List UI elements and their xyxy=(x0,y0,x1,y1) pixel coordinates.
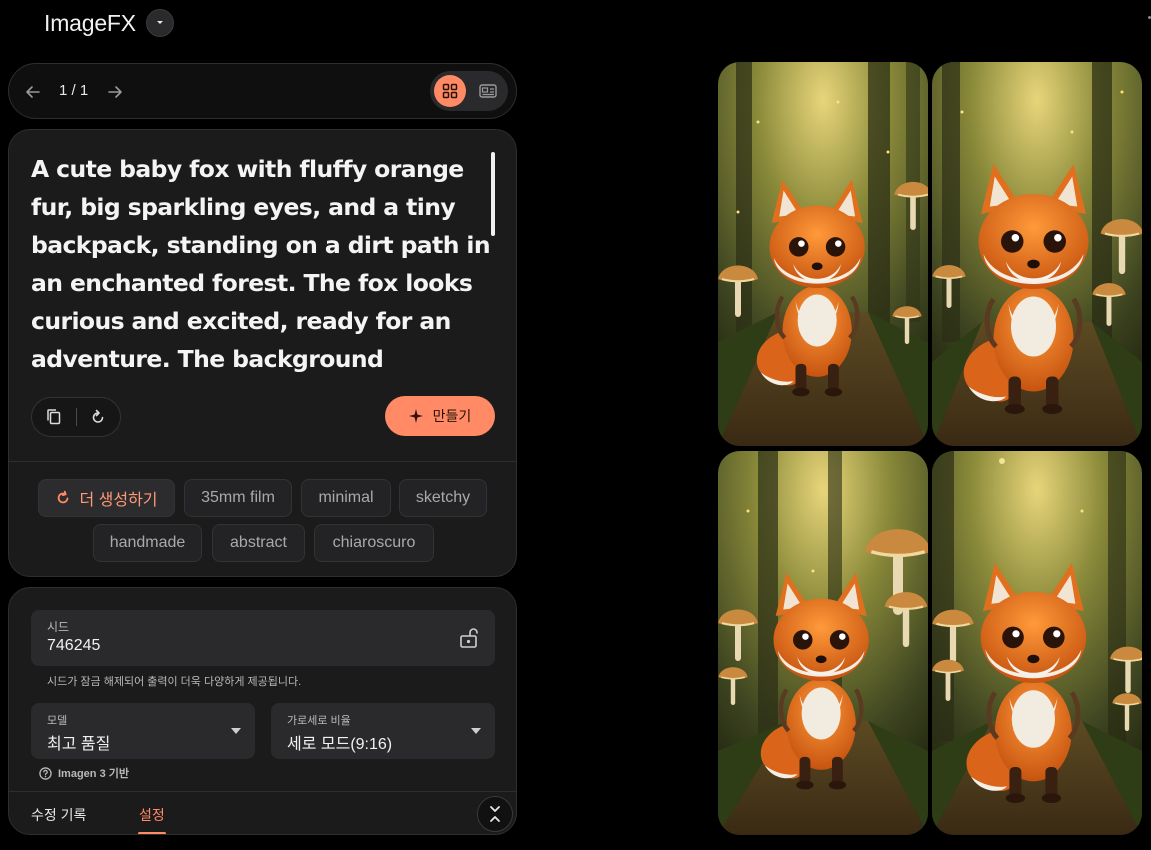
caret-down-icon xyxy=(231,728,241,734)
prompt-scrollbar[interactable] xyxy=(491,152,495,236)
fox-image xyxy=(932,62,1142,446)
arrow-left-icon xyxy=(26,86,40,98)
style-chip[interactable]: 35mm film xyxy=(184,479,292,517)
image-pager: 1 / 1 xyxy=(8,63,517,119)
prompt-card: A cute baby fox with fluffy orange fur, … xyxy=(8,129,517,577)
fox-image xyxy=(718,62,928,446)
generated-image-4[interactable] xyxy=(932,451,1142,835)
fox-image xyxy=(932,451,1142,835)
unlock-icon xyxy=(460,628,478,648)
arrow-right-icon xyxy=(108,86,122,98)
style-chip[interactable]: handmade xyxy=(93,524,202,562)
generated-image-3[interactable] xyxy=(718,451,928,835)
prev-button[interactable] xyxy=(21,80,45,104)
reset-button[interactable] xyxy=(76,398,120,436)
copy-icon xyxy=(47,409,60,425)
active-tab-indicator xyxy=(138,832,166,834)
style-chip[interactable]: chiaroscuro xyxy=(314,524,434,562)
create-label: 만들기 xyxy=(432,408,472,424)
seed-lock-button[interactable] xyxy=(455,624,483,652)
tab-settings[interactable]: 설정 xyxy=(139,805,165,825)
caret-down-icon xyxy=(471,728,481,734)
model-value: 최고 품질 xyxy=(47,736,111,753)
tab-history[interactable]: 수정 기록 xyxy=(31,805,86,825)
app-title: ImageFX xyxy=(44,9,136,36)
generate-more-label: 더 생성하기 xyxy=(79,492,158,509)
app-menu-button[interactable] xyxy=(145,9,174,37)
grid-icon xyxy=(442,83,458,99)
settings-card: 시드 746245 시드가 잠금 해제되어 출력이 더욱 다양하게 제공됩니다.… xyxy=(8,587,517,835)
tabs-divider xyxy=(9,791,516,792)
aspect-ratio-select[interactable]: 가로세로 비율 세로 모드(9:16) xyxy=(271,703,495,759)
seed-help-text: 시드가 잠금 해제되어 출력이 더욱 다양하게 제공됩니다. xyxy=(47,676,302,688)
refresh-icon xyxy=(92,409,104,423)
style-chip[interactable]: sketchy xyxy=(399,479,487,517)
card-divider xyxy=(9,461,516,462)
help-circle-icon xyxy=(39,766,52,780)
copy-button[interactable] xyxy=(32,398,76,436)
imagen-note-text: Imagen 3 기반 xyxy=(58,768,129,780)
style-chip[interactable]: abstract xyxy=(212,524,305,562)
create-button[interactable]: 만들기 xyxy=(385,396,495,436)
grid-view-button[interactable] xyxy=(434,75,466,107)
style-chip[interactable]: minimal xyxy=(301,479,391,517)
prompt-text[interactable]: A cute baby fox with fluffy orange fur, … xyxy=(31,150,491,372)
aspect-ratio-label: 가로세로 비율 xyxy=(287,715,351,727)
generate-more-chip[interactable]: 더 생성하기 xyxy=(38,479,175,517)
page-count: 1 / 1 xyxy=(59,82,89,99)
single-view-button[interactable] xyxy=(472,75,504,107)
generated-image-1[interactable] xyxy=(718,62,928,446)
next-button[interactable] xyxy=(103,80,127,104)
single-image-icon xyxy=(479,84,497,98)
seed-value[interactable]: 746245 xyxy=(47,637,100,655)
fox-image xyxy=(718,451,928,835)
chevron-down-icon xyxy=(156,21,163,24)
view-toggle xyxy=(430,71,508,111)
prompt-tools xyxy=(31,397,121,437)
imagen-note: Imagen 3 기반 xyxy=(39,765,129,781)
aspect-ratio-value: 세로 모드(9:16) xyxy=(287,736,393,753)
app-header: ImageFX xyxy=(44,6,174,40)
refresh-icon xyxy=(58,490,69,504)
model-label: 모델 xyxy=(47,715,68,727)
generated-image-2[interactable] xyxy=(932,62,1142,446)
seed-label: 시드 xyxy=(47,620,70,634)
sparkle-icon xyxy=(408,409,423,423)
collapse-button[interactable] xyxy=(477,796,513,832)
seed-field[interactable]: 시드 746245 xyxy=(31,610,495,666)
model-select[interactable]: 모델 최고 품질 xyxy=(31,703,255,759)
collapse-icon xyxy=(490,806,500,822)
